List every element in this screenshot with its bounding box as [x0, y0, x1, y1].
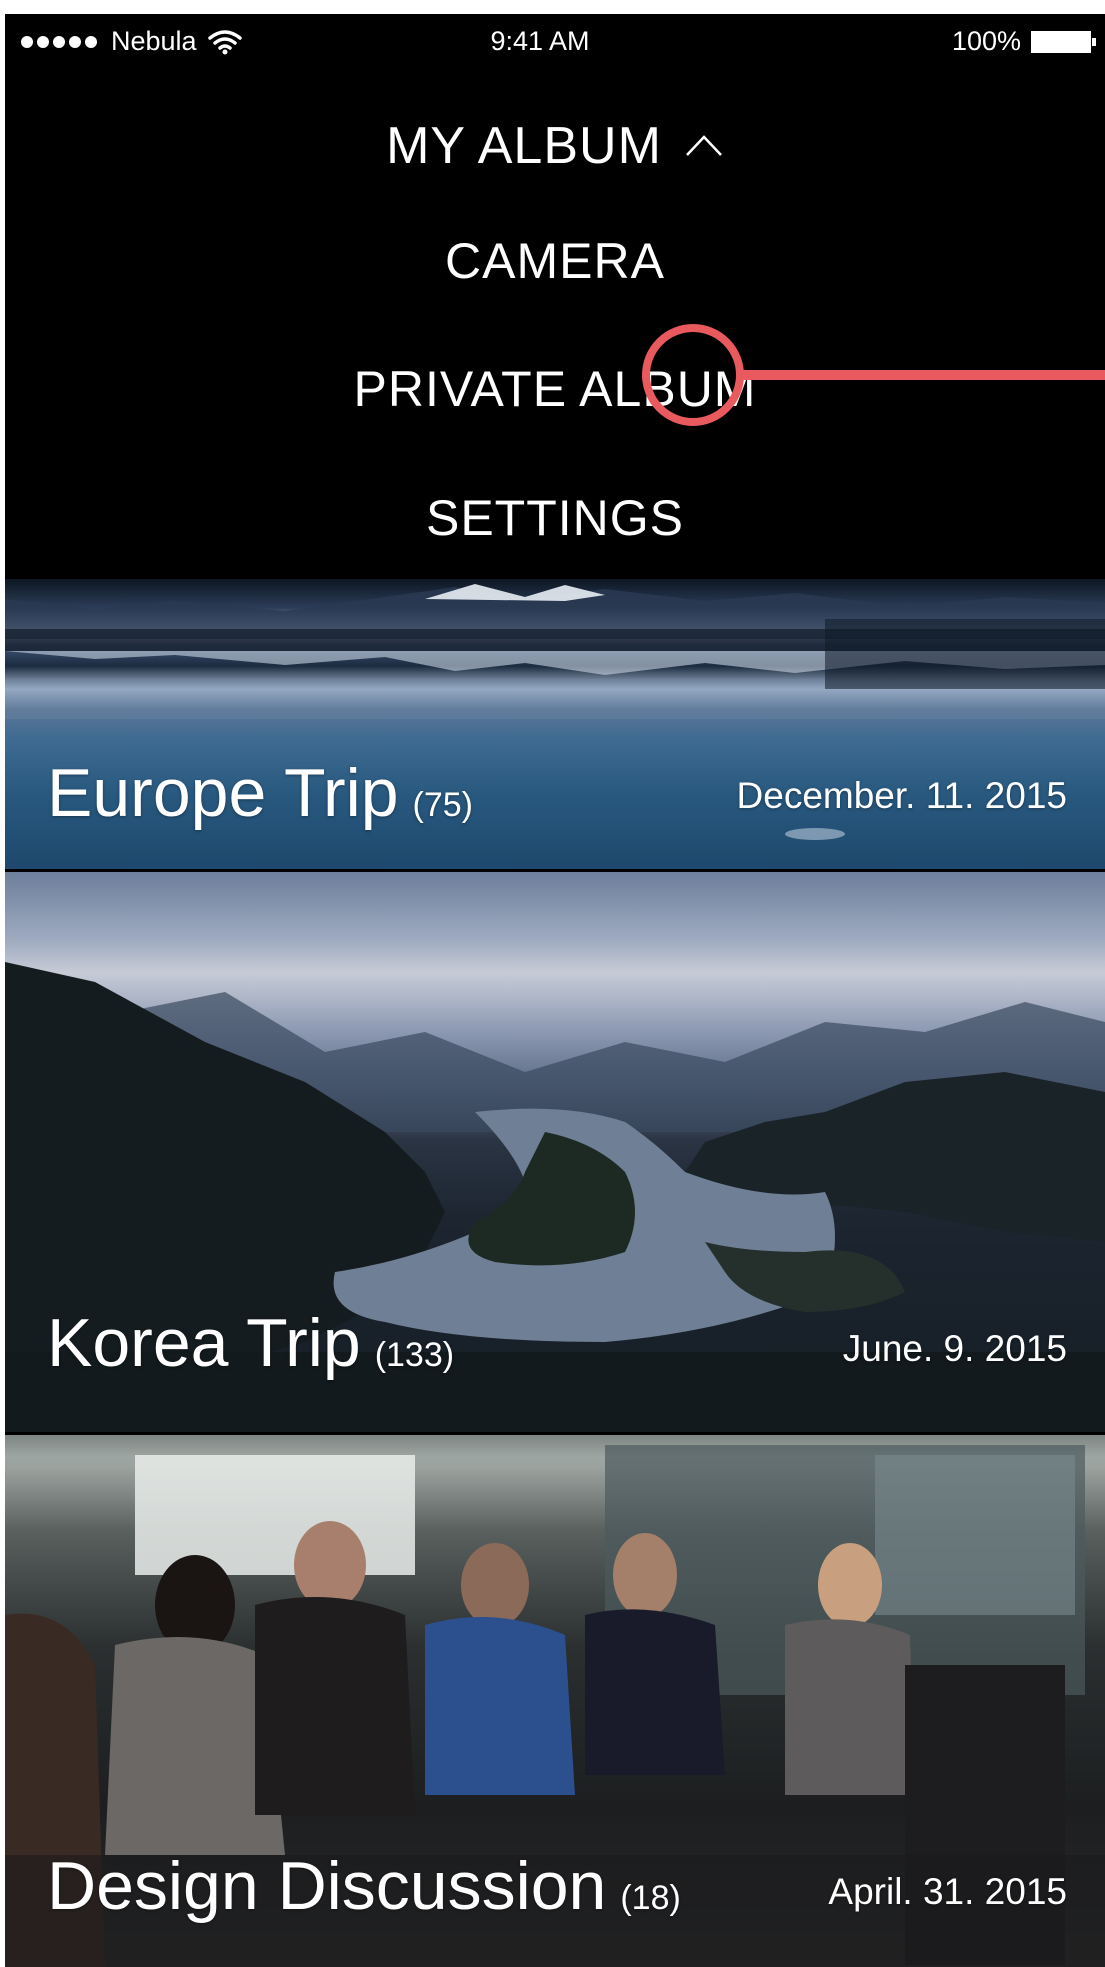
album-name: Design Discussion	[47, 1848, 607, 1924]
album-card-europe[interactable]: Europe Trip (75) December. 11. 2015	[5, 579, 1105, 869]
menu-title-toggle[interactable]: MY ALBUM	[5, 116, 1105, 176]
album-title: Design Discussion (18)	[47, 1847, 681, 1925]
status-time: 9:41 AM	[490, 26, 590, 56]
album-date: April. 31. 2015	[828, 1871, 1067, 1912]
album-name: Korea Trip	[47, 1305, 361, 1381]
menu-item-private-album[interactable]: PRIVATE ALBUM	[5, 360, 1105, 418]
status-bar: Nebula 9:41 AM 100%	[5, 14, 1105, 76]
album-count: (18)	[620, 1879, 681, 1917]
chevron-up-icon	[685, 135, 722, 156]
phone-screen: Nebula 9:41 AM 100% MY ALBUM CAMERA PRIV…	[5, 14, 1105, 1967]
menu-title: MY ALBUM	[386, 117, 662, 175]
album-card-design-discussion[interactable]: Design Discussion (18) April. 31. 2015	[5, 1435, 1105, 1967]
status-right: 100%	[951, 26, 1096, 57]
album-date: June. 9. 2015	[842, 1328, 1067, 1369]
album-date: December. 11. 2015	[736, 775, 1067, 816]
album-name: Europe Trip	[47, 755, 399, 831]
tap-indicator-circle	[642, 324, 744, 426]
album-title: Korea Trip (133)	[47, 1304, 454, 1382]
album-count: (133)	[374, 1336, 455, 1374]
album-count: (75)	[412, 786, 473, 824]
album-title: Europe Trip (75)	[47, 754, 473, 832]
album-menu-dropdown: MY ALBUM CAMERA PRIVATE ALBUM SETTINGS	[5, 76, 1105, 592]
tap-indicator-line	[743, 370, 1105, 380]
battery-percent: 100%	[951, 26, 1021, 56]
menu-item-settings[interactable]: SETTINGS	[5, 489, 1105, 547]
album-card-korea[interactable]: Korea Trip (133) June. 9. 2015	[5, 872, 1105, 1432]
menu-item-camera[interactable]: CAMERA	[5, 232, 1105, 290]
battery-icon	[1031, 30, 1096, 53]
